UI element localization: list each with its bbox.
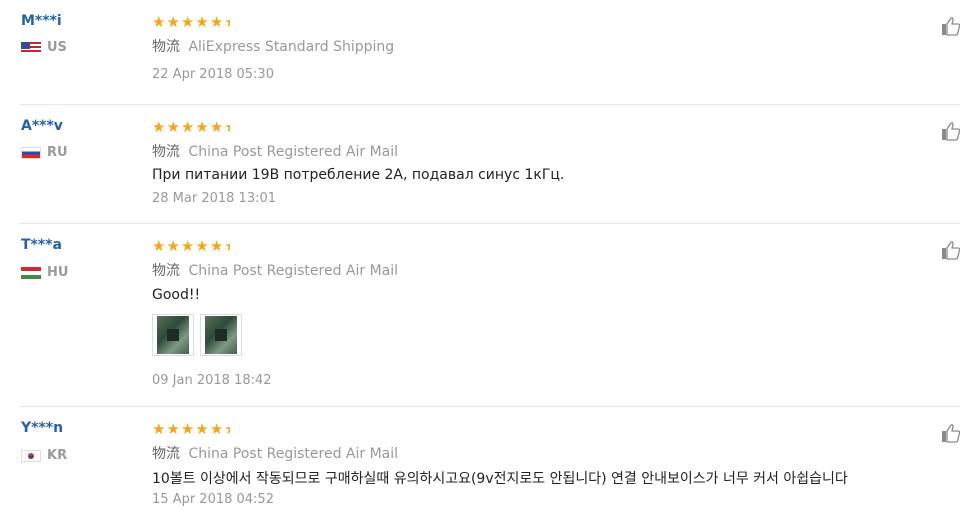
review-photos [152, 314, 242, 356]
shipping-method: China Post Registered Air Mail [188, 144, 399, 160]
reviewer-name[interactable]: M***i [21, 13, 62, 29]
rating-stars: ★ ★ ★ ★ ★ ★ [152, 120, 230, 135]
star-icon: ★ [152, 420, 166, 438]
review-date: 15 Apr 2018 04:52 [152, 492, 274, 507]
reviewer-country: US [21, 40, 67, 55]
shipping-label: 物流 [152, 39, 180, 55]
star-icon: ★ [180, 13, 195, 31]
shipping-method: AliExpress Standard Shipping [188, 39, 395, 55]
shipping-label: 物流 [152, 446, 180, 462]
review-text: Good!! [152, 287, 201, 303]
shipping-info: 物流 China Post Registered Air Mail [152, 141, 398, 161]
review-date: 09 Jan 2018 18:42 [152, 373, 272, 388]
rating-stars: ★ ★ ★ ★ ★ ★ [152, 239, 230, 254]
country-code: RU [47, 145, 68, 160]
hu-flag-icon [21, 266, 41, 279]
star-icon: ★ [195, 420, 209, 438]
review-photo-thumbnail[interactable] [200, 314, 242, 356]
shipping-method: China Post Registered Air Mail [188, 263, 399, 279]
review-date: 28 Mar 2018 13:01 [152, 191, 277, 206]
divider [20, 104, 960, 105]
star-icon: ★ [224, 239, 230, 254]
shipping-info: 物流 AliExpress Standard Shipping [152, 36, 394, 56]
reviewer-name[interactable]: Y***n [21, 420, 63, 436]
star-icon: ★ [152, 118, 166, 136]
rating-stars: ★ ★ ★ ★ ★ ★ [152, 15, 230, 30]
star-icon: ★ [209, 237, 224, 255]
star-icon: ★ [195, 118, 209, 136]
shipping-label: 物流 [152, 263, 180, 279]
star-icon: ★ [166, 118, 180, 136]
shipping-info: 物流 China Post Registered Air Mail [152, 443, 398, 463]
star-icon: ★ [152, 237, 166, 255]
star-icon: ★ [166, 13, 180, 31]
country-code: KR [47, 448, 68, 463]
star-icon: ★ [180, 237, 195, 255]
country-code: HU [47, 265, 69, 280]
shipping-info: 物流 China Post Registered Air Mail [152, 260, 398, 280]
ru-flag-icon [21, 146, 41, 159]
review-photo-thumbnail[interactable] [152, 314, 194, 356]
us-flag-icon [21, 41, 41, 54]
shipping-label: 物流 [152, 144, 180, 160]
thumbs-up-icon[interactable] [941, 423, 960, 443]
star-icon: ★ [166, 237, 180, 255]
rating-stars: ★ ★ ★ ★ ★ ★ [152, 422, 230, 437]
reviewer-country: RU [21, 145, 68, 160]
divider [20, 406, 960, 407]
star-icon: ★ [224, 422, 230, 437]
reviewer-country: KR [21, 448, 67, 463]
divider [20, 223, 960, 224]
reviewer-name[interactable]: A***v [21, 118, 63, 134]
shipping-method: China Post Registered Air Mail [188, 446, 399, 462]
star-icon: ★ [224, 120, 230, 135]
star-icon: ★ [224, 15, 230, 30]
reviewer-country: HU [21, 265, 68, 280]
review-photo [205, 316, 237, 354]
star-icon: ★ [166, 420, 180, 438]
review-text: При питании 19В потребление 2А, подавал … [152, 167, 565, 183]
review-date: 22 Apr 2018 05:30 [152, 67, 274, 82]
star-icon: ★ [195, 237, 209, 255]
review-text: 10볼트 이상에서 작동되므로 구매하실때 유의하시고요(9v전지로도 안됩니다… [152, 471, 848, 487]
reviewer-name[interactable]: T***a [21, 237, 62, 253]
thumbs-up-icon[interactable] [941, 121, 960, 141]
review-photo [157, 316, 189, 354]
star-icon: ★ [180, 118, 195, 136]
star-icon: ★ [209, 420, 224, 438]
thumbs-up-icon[interactable] [941, 16, 960, 36]
thumbs-up-icon[interactable] [941, 240, 960, 260]
country-code: US [47, 40, 67, 55]
star-icon: ★ [209, 13, 224, 31]
star-icon: ★ [195, 13, 209, 31]
star-icon: ★ [152, 13, 166, 31]
star-icon: ★ [209, 118, 224, 136]
star-icon: ★ [180, 420, 195, 438]
kr-flag-icon [21, 449, 41, 462]
